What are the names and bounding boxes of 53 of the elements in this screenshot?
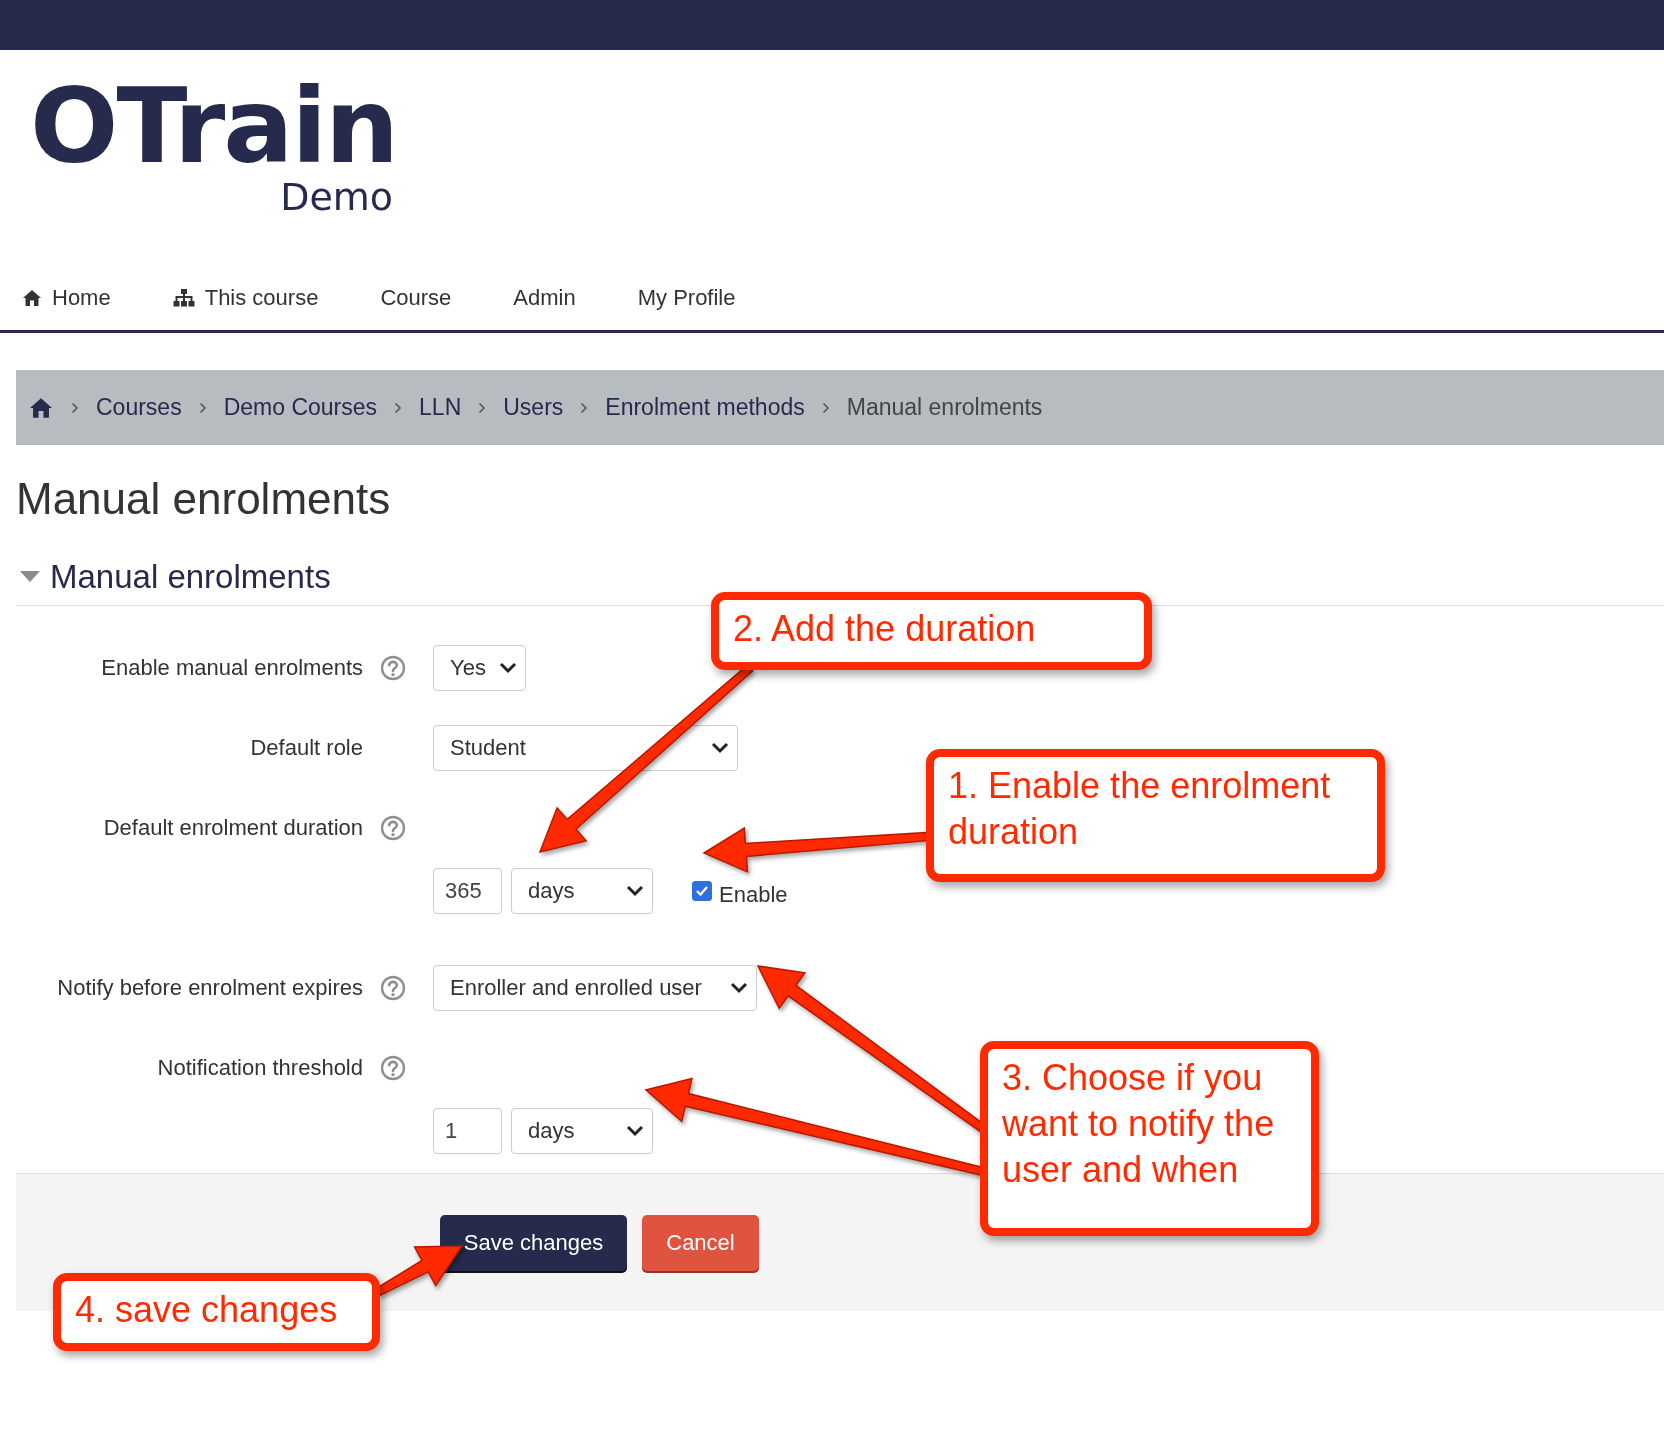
- select-field[interactable]: days: [511, 868, 653, 914]
- checkmark-icon: [695, 885, 709, 897]
- caret-icon: [626, 885, 644, 897]
- cancel-button[interactable]: Cancel: [642, 1214, 759, 1271]
- help-icon[interactable]: [380, 655, 406, 681]
- nav-link[interactable]: Home: [22, 285, 111, 311]
- save-button[interactable]: Save changes: [440, 1214, 627, 1271]
- help-icon[interactable]: [380, 975, 406, 1001]
- select-field[interactable]: Yes: [433, 645, 526, 691]
- separator-icon: [71, 401, 79, 414]
- callout-box: 1. Enable the enrolment duration: [926, 749, 1385, 882]
- field-label: Notify before enrolment expires: [56, 975, 363, 1001]
- nav-link[interactable]: My Profile: [637, 285, 736, 311]
- breadcrumb-link[interactable]: Courses: [96, 394, 182, 421]
- home-icon: [22, 289, 42, 307]
- callout-box: 4. save changes: [53, 1273, 380, 1351]
- checkbox-label: Enable: [719, 882, 788, 908]
- select-field[interactable]: Student: [433, 725, 738, 771]
- callout-box: 3. Choose if you want to notify the user and when: [980, 1041, 1319, 1236]
- select-field[interactable]: days: [511, 1108, 653, 1154]
- caret-icon: [711, 742, 729, 754]
- separator-icon: [580, 401, 589, 414]
- collapse-toggle-icon[interactable]: [20, 571, 40, 583]
- separator-icon: [821, 401, 830, 414]
- nav-link[interactable]: Admin: [513, 285, 576, 311]
- select-field[interactable]: Enroller and enrolled user: [433, 965, 757, 1011]
- field-label: Default role: [249, 735, 363, 761]
- separator-icon: [198, 401, 207, 414]
- breadcrumb-link[interactable]: Demo Courses: [223, 394, 378, 421]
- breadcrumb-current: Manual enrolments: [846, 394, 1043, 421]
- separator-icon: [478, 401, 487, 414]
- breadcrumb-link[interactable]: Users: [503, 394, 564, 421]
- home-icon[interactable]: [28, 396, 54, 419]
- sitemap-icon: [172, 289, 195, 307]
- nav-link[interactable]: This course: [172, 285, 319, 311]
- callout-box: 2. Add the duration: [711, 592, 1152, 670]
- help-icon[interactable]: [380, 815, 406, 841]
- caret-icon: [499, 662, 517, 674]
- section-heading: Manual enrolments: [50, 558, 331, 596]
- breadcrumb-link[interactable]: LLN: [419, 394, 462, 421]
- field-label: Notification threshold: [156, 1055, 363, 1081]
- caret-icon: [626, 1125, 644, 1137]
- nav-link[interactable]: Course: [380, 285, 452, 311]
- number-input[interactable]: 1: [433, 1108, 502, 1154]
- caret-icon: [730, 982, 748, 994]
- number-input[interactable]: 365: [433, 868, 502, 914]
- separator-icon: [394, 401, 403, 414]
- breadcrumb-link[interactable]: Enrolment methods: [605, 394, 805, 421]
- help-icon[interactable]: [380, 1055, 406, 1081]
- page-title: Manual enrolments: [16, 473, 392, 525]
- field-label: Enable manual enrolments: [100, 655, 363, 681]
- field-label: Default enrolment duration: [102, 815, 363, 841]
- checkbox[interactable]: [692, 881, 712, 901]
